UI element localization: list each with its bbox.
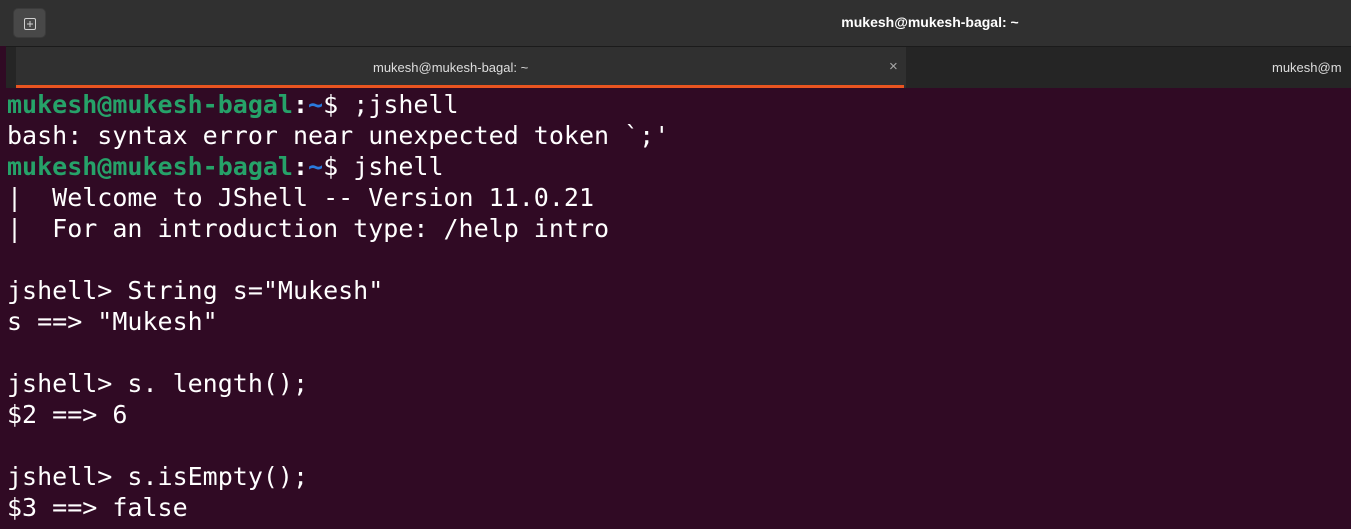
jshell-result-line: s ==> "Mukesh" [7, 307, 218, 336]
new-tab-icon [24, 18, 36, 30]
prompt-path: ~ [308, 90, 324, 119]
command-text: jshell [353, 152, 444, 181]
output-line: bash: syntax error near unexpected token… [7, 121, 670, 150]
prompt-separator: : [292, 90, 309, 119]
window-title: mukesh@mukesh-bagal: ~ [841, 14, 1019, 30]
prompt-symbol: $ [323, 90, 354, 119]
title-bar: mukesh@mukesh-bagal: ~ [0, 0, 1351, 46]
prompt-symbol: $ [323, 152, 354, 181]
tab-label: mukesh@m [1272, 60, 1342, 75]
command-text: ;jshell [353, 90, 459, 119]
jshell-input-line: jshell> s.isEmpty(); [7, 462, 309, 491]
output-line: | For an introduction type: /help intro [7, 214, 610, 243]
tab-terminal-1[interactable]: mukesh@mukesh-bagal: ~ × [16, 47, 906, 88]
prompt-user: mukesh@mukesh-bagal [7, 152, 293, 181]
jshell-result-line: $2 ==> 6 [7, 400, 128, 429]
terminal-output[interactable]: mukesh@mukesh-bagal:~$ ;jshell bash: syn… [0, 88, 1351, 529]
jshell-input-line: jshell> s. length(); [7, 369, 309, 398]
close-icon[interactable]: × [889, 59, 898, 74]
tab-bar: mukesh@mukesh-bagal: ~ × mukesh@m [6, 46, 1351, 88]
prompt-user: mukesh@mukesh-bagal [7, 90, 293, 119]
prompt-separator: : [292, 152, 309, 181]
output-line: | Welcome to JShell -- Version 11.0.21 [7, 183, 594, 212]
new-tab-button[interactable] [13, 8, 46, 38]
jshell-result-line: $3 ==> false [7, 493, 188, 522]
prompt-path: ~ [308, 152, 324, 181]
prompt-line: mukesh@mukesh-bagal:~$ ;jshell [7, 89, 459, 120]
prompt-line: mukesh@mukesh-bagal:~$ jshell [7, 151, 444, 182]
jshell-input-line: jshell> String s="Mukesh" [7, 276, 384, 305]
tab-label: mukesh@mukesh-bagal: ~ [373, 60, 529, 75]
